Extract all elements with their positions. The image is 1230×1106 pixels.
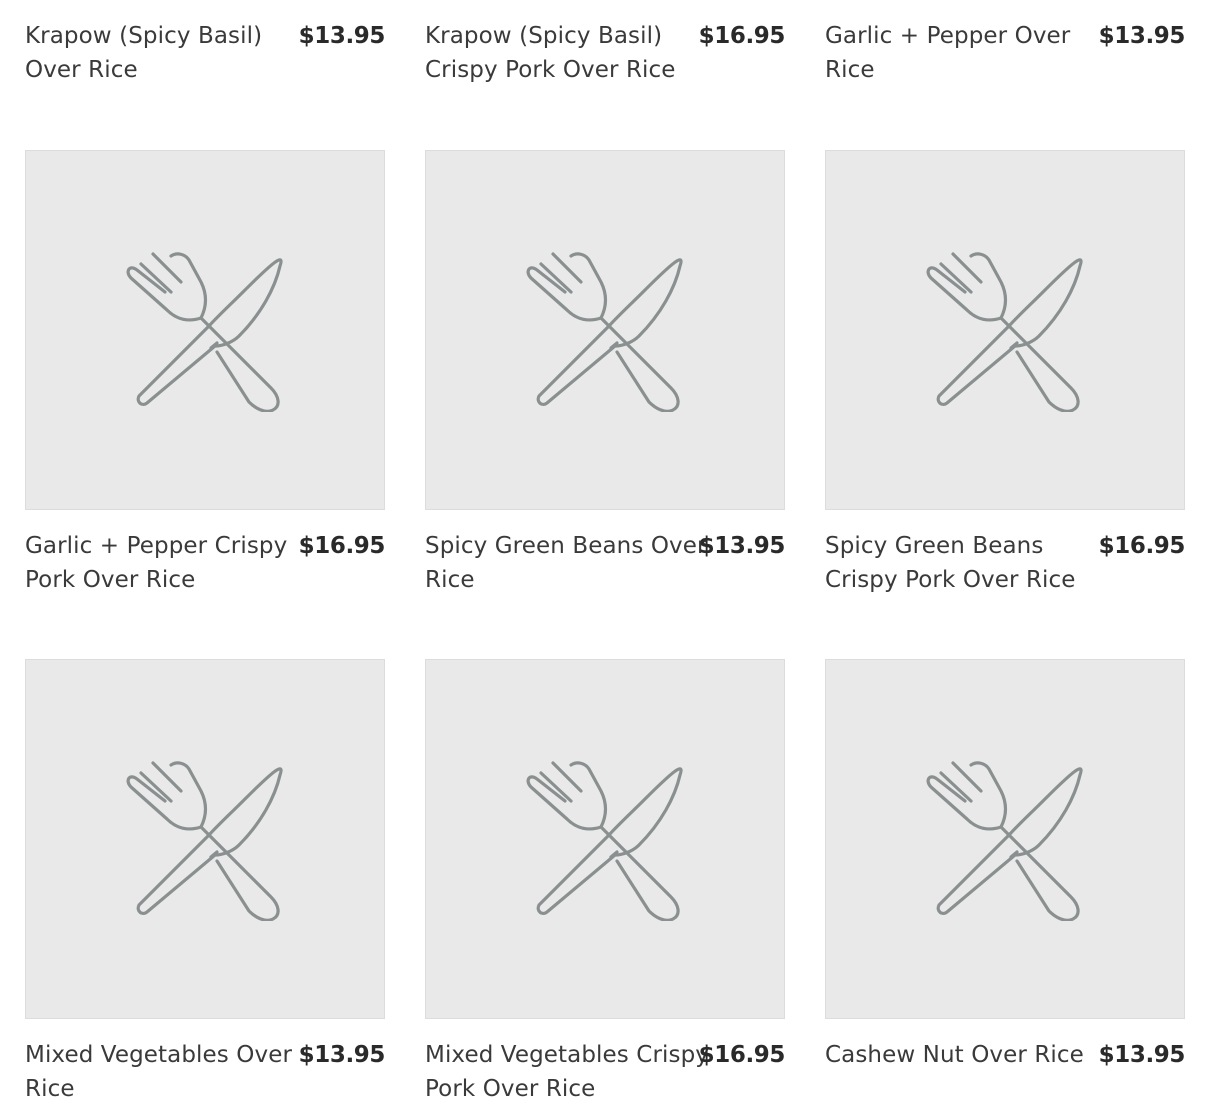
utensils-placeholder-icon xyxy=(926,761,1083,921)
menu-item-name[interactable]: Mixed Vegetables Crispy Pork Over Rice xyxy=(425,1038,710,1106)
utensils-placeholder-icon xyxy=(526,252,683,412)
menu-item-price: $13.95 xyxy=(298,1042,386,1068)
menu-item-image[interactable] xyxy=(825,659,1185,1019)
menu-item-name[interactable]: Garlic + Pepper Crispy Pork Over Rice xyxy=(25,529,310,597)
menu-item-price: $16.95 xyxy=(698,23,786,49)
menu-item-name[interactable]: Cashew Nut Over Rice xyxy=(825,1038,1110,1072)
menu-item-price: $13.95 xyxy=(1098,1042,1186,1068)
utensils-placeholder-icon xyxy=(126,252,283,412)
menu-item-price: $16.95 xyxy=(698,1042,786,1068)
menu-item-name[interactable]: Spicy Green Beans Crispy Pork Over Rice xyxy=(825,529,1110,597)
menu-item-image[interactable] xyxy=(25,150,385,510)
menu-item-price: $13.95 xyxy=(698,533,786,559)
menu-item-name[interactable]: Garlic + Pepper Over Rice xyxy=(825,19,1110,87)
menu-item-name[interactable]: Mixed Vegetables Over Rice xyxy=(25,1038,310,1106)
menu-item-price: $13.95 xyxy=(298,23,386,49)
utensils-placeholder-icon xyxy=(926,252,1083,412)
utensils-placeholder-icon xyxy=(126,761,283,921)
menu-item-image[interactable] xyxy=(25,659,385,1019)
menu-item-name[interactable]: Spicy Green Beans Over Rice xyxy=(425,529,710,597)
utensils-placeholder-icon xyxy=(526,761,683,921)
menu-item-image[interactable] xyxy=(425,150,785,510)
menu-item-image[interactable] xyxy=(425,659,785,1019)
menu-item-name[interactable]: Krapow (Spicy Basil) Crispy Pork Over Ri… xyxy=(425,19,710,87)
menu-item-price: $13.95 xyxy=(1098,23,1186,49)
menu-item-price: $16.95 xyxy=(1098,533,1186,559)
menu-item-image[interactable] xyxy=(825,150,1185,510)
menu-item-price: $16.95 xyxy=(298,533,386,559)
menu-item-name[interactable]: Krapow (Spicy Basil) Over Rice xyxy=(25,19,310,87)
